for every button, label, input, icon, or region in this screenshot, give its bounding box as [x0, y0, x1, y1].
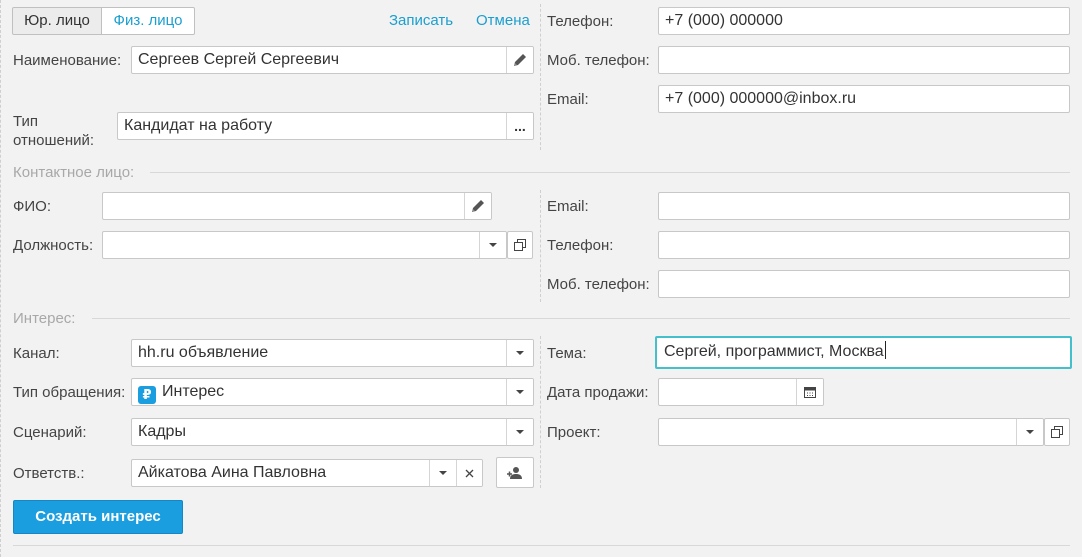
mobile-label: Моб. телефон:	[547, 52, 650, 69]
name-label: Наименование:	[13, 52, 122, 69]
contact-mobile-field[interactable]	[658, 270, 1070, 298]
relation-select-button[interactable]: ...	[506, 113, 533, 139]
legal-entity-toggle[interactable]: Юр. лицо	[12, 7, 102, 35]
calendar-button[interactable]	[796, 379, 823, 405]
contact-phone-field[interactable]	[658, 231, 1070, 259]
channel-dropdown-button[interactable]	[506, 340, 533, 366]
text-caret	[884, 341, 886, 359]
save-link[interactable]: Записать	[389, 12, 453, 30]
position-dropdown-button[interactable]	[479, 232, 506, 258]
create-interest-button[interactable]: Создать интерес	[13, 500, 183, 534]
scenario-field[interactable]: Кадры	[131, 418, 534, 446]
request-type-field[interactable]: ₽ Интерес	[131, 378, 534, 406]
responsible-dropdown-button[interactable]	[429, 460, 456, 486]
relation-type-value: Кандидат на работу	[124, 117, 273, 134]
chevron-down-icon	[516, 390, 524, 394]
phone-value: +7 (000) 000000	[665, 12, 783, 29]
contact-email-label: Email:	[547, 198, 589, 215]
email-value: +7 (000) 000000@inbox.ru	[665, 90, 857, 107]
edit-fio-button[interactable]	[464, 193, 491, 219]
contact-email-field[interactable]	[658, 192, 1070, 220]
contact-phone-label: Телефон:	[547, 237, 614, 254]
sale-date-field[interactable]: . .	[658, 378, 824, 406]
sale-date-label: Дата продажи:	[547, 384, 649, 401]
cancel-link[interactable]: Отмена	[476, 12, 530, 30]
column-divider-top	[540, 4, 541, 150]
chevron-down-icon	[516, 430, 524, 434]
channel-value: hh.ru объявление	[138, 344, 269, 361]
topic-value: Сергей, программист, Москва	[664, 343, 884, 360]
column-divider-middle	[540, 190, 541, 302]
position-open-button[interactable]	[507, 231, 533, 259]
user-add-icon	[507, 466, 522, 479]
responsible-clear-button[interactable]	[456, 460, 482, 486]
close-icon	[465, 469, 474, 477]
request-type-value: Интерес	[162, 383, 225, 400]
position-field[interactable]	[102, 231, 507, 259]
channel-field[interactable]: hh.ru объявление	[131, 339, 534, 367]
request-type-dropdown-button[interactable]	[506, 379, 533, 405]
email-field[interactable]: +7 (000) 000000@inbox.ru	[658, 85, 1070, 113]
topic-field[interactable]: Сергей, программист, Москва	[655, 336, 1072, 369]
fio-label: ФИО:	[13, 198, 52, 215]
add-responsible-button[interactable]	[496, 457, 534, 488]
chevron-down-icon	[489, 243, 497, 247]
project-open-button[interactable]	[1044, 418, 1070, 446]
responsible-value: Айкатова Аина Павловна	[138, 464, 327, 481]
project-label: Проект:	[547, 424, 601, 441]
phone-field[interactable]: +7 (000) 000000	[658, 7, 1070, 35]
contact-mobile-label: Моб. телефон:	[547, 276, 650, 293]
request-type-label: Тип обращения:	[13, 384, 126, 401]
contact-section-title: Контактное лицо:	[13, 164, 135, 181]
phone-label: Телефон:	[547, 13, 614, 30]
email-label: Email:	[547, 91, 589, 108]
responsible-field[interactable]: Айкатова Аина Павловна	[131, 459, 483, 487]
sale-date-value: . .	[674, 405, 701, 406]
position-label: Должность:	[13, 237, 94, 254]
more-icon: ...	[514, 118, 526, 134]
individual-toggle[interactable]: Физ. лицо	[101, 7, 195, 35]
name-field[interactable]: Сергеев Сергей Сергеевич	[131, 46, 534, 74]
name-value: Сергеев Сергей Сергеевич	[138, 51, 340, 68]
pencil-icon	[514, 54, 526, 66]
chevron-down-icon	[439, 471, 447, 475]
relation-type-label: Тип отношений:	[13, 113, 95, 149]
left-edge-divider	[0, 0, 1, 557]
bottom-line	[13, 545, 1070, 546]
interest-section-line	[92, 318, 1070, 319]
scenario-value: Кадры	[138, 423, 186, 440]
open-window-icon	[1051, 426, 1063, 438]
pencil-icon	[472, 200, 484, 212]
scenario-label: Сценарий:	[13, 424, 87, 441]
topic-label: Тема:	[547, 345, 587, 362]
project-dropdown-button[interactable]	[1016, 419, 1043, 445]
ruble-icon: ₽	[138, 386, 156, 404]
calendar-icon	[804, 387, 816, 398]
chevron-down-icon	[516, 351, 524, 355]
edit-name-button[interactable]	[506, 47, 533, 73]
column-divider-bottom	[540, 336, 541, 488]
fio-field[interactable]	[102, 192, 492, 220]
responsible-label: Ответств.:	[13, 465, 85, 482]
open-window-icon	[514, 239, 526, 251]
scenario-dropdown-button[interactable]	[506, 419, 533, 445]
chevron-down-icon	[1026, 430, 1034, 434]
project-field[interactable]	[658, 418, 1044, 446]
channel-label: Канал:	[13, 345, 60, 362]
contact-section-line	[150, 172, 1070, 173]
interest-section-title: Интерес:	[13, 310, 76, 327]
relation-type-field[interactable]: Кандидат на работу ...	[117, 112, 534, 140]
mobile-field[interactable]	[658, 46, 1070, 74]
